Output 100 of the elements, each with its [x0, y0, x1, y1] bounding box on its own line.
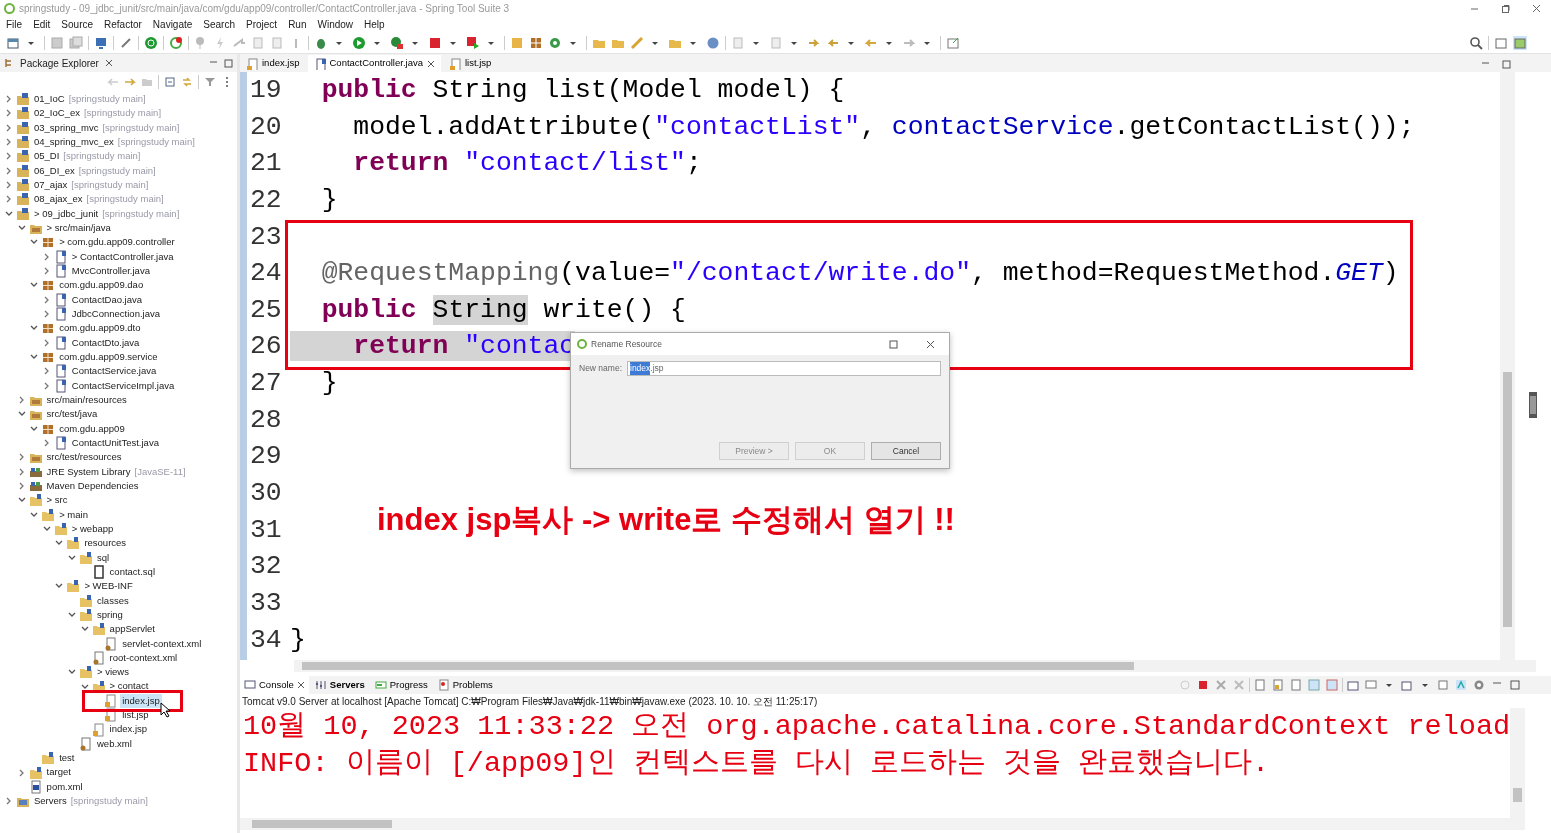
- tree-item[interactable]: src/test/java: [44, 407, 100, 422]
- pen-icon[interactable]: [630, 35, 644, 50]
- tree-item[interactable]: > webapp: [69, 521, 116, 537]
- power-icon[interactable]: [144, 35, 158, 50]
- tree-item[interactable]: > ContactController.java: [69, 249, 176, 264]
- tree-item[interactable]: classes: [95, 593, 131, 608]
- display-console-icon[interactable]: [1365, 679, 1377, 691]
- tree-item[interactable]: sql: [95, 550, 112, 565]
- tree-item[interactable]: 08_ajax_ex: [32, 192, 85, 207]
- word-wrap-icon[interactable]: [1290, 679, 1302, 691]
- menu-item[interactable]: Project: [246, 16, 278, 32]
- monitor-icon[interactable]: [94, 35, 108, 50]
- tree-item[interactable]: contact.sql: [107, 564, 157, 580]
- view-tab[interactable]: Servers: [310, 675, 369, 695]
- tree-item[interactable]: Maven Dependencies: [44, 478, 141, 494]
- horizontal-scrollbar[interactable]: [240, 818, 1525, 830]
- editor-tab[interactable]: list.jsp: [442, 55, 498, 72]
- globe-icon[interactable]: [706, 35, 720, 50]
- horizontal-scrollbar[interactable]: [294, 660, 1536, 672]
- tree-item[interactable]: ContactDao.java: [69, 292, 145, 307]
- maximize-icon[interactable]: [1502, 58, 1511, 72]
- tree-item[interactable]: JdbcConnection.java: [69, 306, 162, 322]
- menu-item[interactable]: Help: [364, 16, 385, 32]
- editor-tab[interactable]: ContactController.java: [307, 55, 441, 72]
- tree-item[interactable]: Servers: [32, 794, 69, 809]
- tree-item[interactable]: 05_DI: [32, 149, 62, 164]
- menu-item[interactable]: Refactor: [104, 16, 142, 32]
- tree-item[interactable]: 03_spring_mvc: [32, 120, 101, 135]
- view-tab[interactable]: Problems: [433, 675, 497, 695]
- new-console-icon[interactable]: [1401, 679, 1413, 691]
- filter-icon[interactable]: [204, 76, 216, 88]
- close-icon[interactable]: [296, 681, 305, 689]
- tree-item[interactable]: appServlet: [107, 622, 157, 637]
- tree-item[interactable]: com.gdu.app09.dto: [57, 321, 143, 336]
- tree-item[interactable]: > views: [95, 665, 131, 680]
- vertical-scrollbar[interactable]: [1510, 708, 1525, 818]
- menu-item[interactable]: Window: [317, 16, 354, 32]
- tree-item[interactable]: > src/main/java: [44, 221, 113, 236]
- scroll-lock-icon[interactable]: [1272, 679, 1284, 691]
- run-icon[interactable]: [352, 35, 366, 50]
- tree-item[interactable]: target: [44, 765, 73, 780]
- tree-item[interactable]: com.gdu.app09.service: [57, 349, 160, 365]
- tree-item[interactable]: > src: [44, 493, 70, 508]
- tree-item[interactable]: index.jsp: [120, 693, 162, 709]
- refresh-badge-icon[interactable]: [169, 35, 183, 50]
- menu-item[interactable]: Search: [203, 16, 235, 32]
- menu-item[interactable]: Edit: [33, 16, 51, 32]
- tree-item[interactable]: resources: [82, 536, 129, 551]
- tree-item[interactable]: 06_DI_ex: [32, 163, 77, 178]
- tree-item[interactable]: 02_IoC_ex: [32, 106, 82, 121]
- menu-item[interactable]: Navigate: [152, 16, 193, 32]
- terminate-icon[interactable]: [1197, 679, 1209, 691]
- run-tool-icon[interactable]: [390, 35, 404, 50]
- tree-item[interactable]: list.jsp: [120, 708, 151, 723]
- tree-item[interactable]: ContactServiceImpl.java: [69, 378, 177, 393]
- tree-item[interactable]: ContactUnitTest.java: [69, 435, 161, 451]
- view-tab[interactable]: Progress: [370, 675, 432, 695]
- tree-item[interactable]: index.jsp: [107, 722, 150, 737]
- close-icon[interactable]: [926, 339, 935, 349]
- close-icon[interactable]: [104, 59, 113, 67]
- tree-item[interactable]: spring: [95, 607, 125, 623]
- deploy-icon[interactable]: [466, 35, 480, 50]
- menu-item[interactable]: Run: [288, 16, 307, 32]
- close-icon[interactable]: [426, 59, 435, 68]
- tree-item[interactable]: 04_spring_mvc_ex: [32, 135, 116, 150]
- layout-icon[interactable]: [1437, 679, 1449, 691]
- tree-item[interactable]: com.gdu.app09: [57, 421, 127, 436]
- maximize-icon[interactable]: [1509, 679, 1521, 691]
- clear-console-icon[interactable]: [1254, 679, 1266, 691]
- new-file-icon[interactable]: [6, 35, 20, 50]
- tree-item[interactable]: 07_ajax: [32, 178, 70, 193]
- restore-icon[interactable]: [1501, 3, 1510, 13]
- menu-item[interactable]: Source: [61, 16, 94, 32]
- package-icon[interactable]: [529, 35, 543, 50]
- search-icon[interactable]: [1469, 35, 1483, 50]
- tree-item[interactable]: servlet-context.xml: [120, 636, 204, 651]
- tree-item[interactable]: > 09_jdbc_junit: [32, 206, 101, 221]
- tree-item[interactable]: > main: [57, 507, 90, 522]
- tree-item[interactable]: pom.xml: [44, 779, 85, 795]
- tree-item[interactable]: src/test/resources: [44, 450, 124, 465]
- maximize-icon[interactable]: [889, 339, 898, 349]
- tree-item[interactable]: web.xml: [95, 736, 134, 752]
- stop-icon[interactable]: [428, 35, 442, 50]
- tree-item[interactable]: ContactService.java: [69, 364, 159, 379]
- tree-item[interactable]: > contact: [107, 679, 151, 694]
- dialog-button[interactable]: Cancel: [871, 442, 941, 460]
- maximize-icon[interactable]: [224, 58, 233, 68]
- wand-icon[interactable]: [119, 35, 133, 50]
- tree-item[interactable]: MvcController.java: [69, 263, 152, 279]
- tree-item[interactable]: src/main/resources: [44, 392, 129, 408]
- close-icon[interactable]: [1532, 3, 1541, 13]
- open-window-icon[interactable]: [946, 35, 960, 50]
- tree-item[interactable]: > WEB-INF: [82, 579, 135, 594]
- pin-console-icon[interactable]: [1347, 679, 1359, 691]
- tree-item[interactable]: > com.gdu.app09.controller: [57, 235, 177, 250]
- vertical-scrollbar[interactable]: [1500, 72, 1515, 660]
- tree-item[interactable]: JRE System Library: [44, 464, 133, 479]
- tree-item[interactable]: test: [57, 751, 77, 766]
- spring-perspective-icon[interactable]: [1513, 35, 1527, 50]
- tree-item[interactable]: com.gdu.app09.dao: [57, 278, 146, 293]
